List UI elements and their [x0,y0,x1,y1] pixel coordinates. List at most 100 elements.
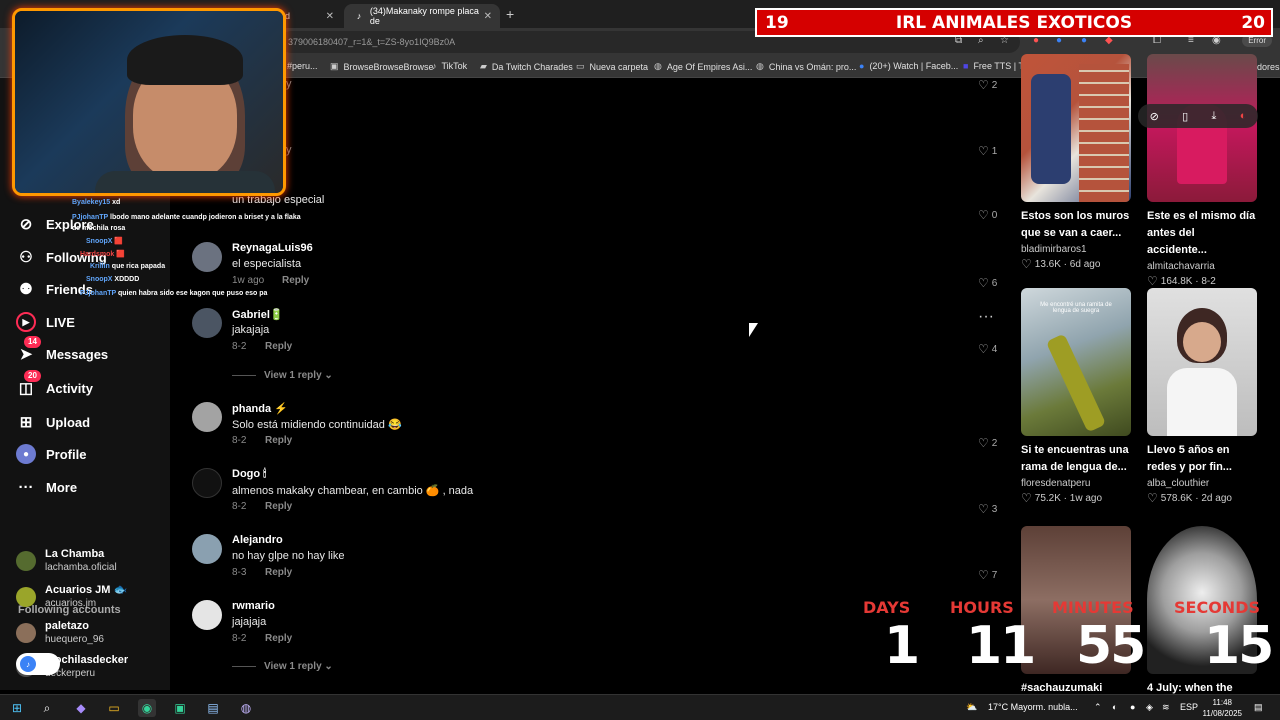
comment-username[interactable]: rwmario [232,600,275,612]
tray-overflow-icon[interactable]: ⌃ [1094,702,1102,713]
video-thumbnail[interactable] [1147,288,1257,436]
discord-icon[interactable]: ◍ [237,699,255,717]
sidebar-item-live[interactable]: ▶ LIVE [16,312,75,332]
new-tab-icon[interactable]: + [506,6,514,22]
avatar[interactable] [192,308,222,338]
wifi-icon[interactable]: ≋ [1162,702,1170,713]
like-button[interactable]: ♡ 2 [978,436,997,450]
reply-button[interactable]: Reply [265,567,292,578]
copilot-icon[interactable]: ◆ [72,699,90,717]
bookmark-item[interactable]: ◍ China vs Omán: pro... [756,61,856,72]
avatar[interactable] [192,242,222,272]
heart-icon: ♡ [978,342,989,356]
sidebar-item-messages[interactable]: ➤ 14 Messages [16,336,108,364]
tab-label: (34)Makanaky rompe placa de [369,6,479,26]
reply-button[interactable]: Reply [265,501,292,512]
banner-title: IRL ANIMALES EXOTICOS [895,13,1133,33]
like-button[interactable]: ♡ 0 [978,208,997,222]
tiktok-icon: ♪ [432,61,437,71]
system-clock[interactable]: 11:48 11/08/2025 [1203,697,1242,719]
comment-username[interactable]: Gabriel🔋 [232,308,284,321]
sidebar-item-activity[interactable]: ◫ 20 Activity [16,370,93,398]
like-button[interactable]: ♡ 7 [978,568,997,582]
like-button[interactable]: ♡ 6 [978,276,997,290]
chrome-icon[interactable]: ◉ [138,699,156,717]
tab-close-icon[interactable]: ✕ [326,11,334,22]
avatar[interactable] [192,534,222,564]
view-replies-button[interactable]: View 1 reply ⌄ [232,661,333,672]
video-title[interactable]: Si te encuentras una rama de lengua de..… [1021,442,1131,476]
comment-username[interactable]: phanda ⚡ [232,402,288,415]
video-title[interactable]: Este es el mismo día antes del accidente… [1147,208,1257,259]
link-icon[interactable]: ⊘ [1150,110,1159,123]
reply-button[interactable]: Reply [265,341,292,352]
video-card[interactable]: Este es el mismo día antes del accidente… [1147,54,1257,288]
view-replies-button[interactable]: View 1 reply ⌄ [232,370,333,381]
video-thumbnail[interactable]: Me encontré una ramita de lengua de sueg… [1021,288,1131,436]
download-icon[interactable]: ⤓ [1212,110,1217,123]
sidebar-item-upload[interactable]: ⊞ Upload [16,412,90,432]
microphone-icon[interactable]: ● [1130,702,1135,712]
tab-active[interactable]: ♪ (34)Makanaky rompe placa de ✕ [344,4,500,28]
like-button[interactable]: ♡ 4 [978,342,997,356]
comment-username[interactable]: Alejandro [232,534,283,546]
tab-close-icon[interactable]: ✕ [484,11,492,22]
live-icon: ▶ [16,312,36,332]
avatar[interactable] [192,468,222,498]
video-title[interactable]: Llevo 5 años en redes y por fin... [1147,442,1257,476]
flag-icon[interactable]: ◐ [1240,110,1247,122]
bookmark-item[interactable]: ▣ BrowseBrowseBrowse [330,61,434,72]
avatar [16,623,36,643]
search-icon[interactable]: ⌕ [38,699,56,717]
language-indicator[interactable]: ESP [1180,702,1198,712]
reply-button[interactable]: Reply [282,275,309,286]
following-account[interactable]: paletazo huequero_96 [16,620,104,646]
globe-icon: ◍ [654,61,662,71]
tray-icon[interactable]: ◐ [1112,702,1117,712]
video-thumbnail[interactable] [1147,54,1257,202]
phone-icon[interactable]: ▯ [1182,110,1188,123]
video-author[interactable]: floresdenatperu [1021,478,1131,489]
weather-text[interactable]: 17°C Mayorm. nubla... [988,702,1078,712]
video-title[interactable]: Estos son los muros que se van a caer... [1021,208,1131,242]
video-thumbnail[interactable] [1021,54,1131,202]
app-icon[interactable]: ▤ [204,699,222,717]
video-author[interactable]: alba_clouthier [1147,478,1257,489]
video-author[interactable]: almitachavarria [1147,261,1257,272]
following-account[interactable]: La Chamba lachamba.oficial [16,548,117,574]
reply-button[interactable]: Reply [265,435,292,446]
comment-date: 8-3 [232,567,247,578]
bookmark-item[interactable]: ▭ Nueva carpeta [576,61,648,72]
bookmark-item[interactable]: ♪ TikTok [432,61,467,71]
comment-username[interactable]: ReynagaLuis96 [232,242,313,254]
bookmark-item[interactable]: ▰ Da Twitch Charades [480,61,573,72]
windows-start-icon[interactable]: ⊞ [8,699,26,717]
bookmark-item[interactable]: ◍ Age Of Empires Asi... [654,61,752,72]
tiktok-get-app-pill[interactable]: ♪ [16,653,60,675]
video-author[interactable]: bladimirbaros1 [1021,244,1131,255]
avatar [16,551,36,571]
bookmark-item[interactable]: #peru... [287,61,318,71]
more-options-icon[interactable]: ··· [978,308,994,326]
sidebar-item-profile[interactable]: ● Profile [16,444,86,464]
tray-icon[interactable]: ◈ [1146,702,1153,713]
video-card[interactable]: Me encontré una ramita de lengua de sueg… [1021,288,1131,505]
avatar[interactable] [192,600,222,630]
notifications-icon[interactable]: ▤ [1254,702,1263,713]
following-account[interactable]: Acuarios JM 🐟 acuarios.jm [16,584,127,610]
like-button[interactable]: ♡ 1 [978,144,997,158]
video-card[interactable]: Estos son los muros que se van a caer...… [1021,54,1131,271]
like-button[interactable]: ♡ 3 [978,502,997,516]
avatar[interactable] [192,402,222,432]
obs-icon[interactable]: ▣ [171,699,189,717]
reply-button[interactable]: Reply [265,633,292,644]
heart-icon: ♡ [978,144,989,158]
bookmark-item[interactable]: ● (20+) Watch | Faceb... [859,61,958,71]
comment-username[interactable]: Dogo 🕯 [232,468,266,481]
video-card[interactable]: Llevo 5 años en redes y por fin... alba_… [1147,288,1257,505]
video-stats: ♡ 75.2K · 1w ago [1021,491,1103,505]
file-explorer-icon[interactable]: ▭ [105,699,123,717]
like-button[interactable]: ♡ 2 [978,78,997,92]
sidebar-item-more[interactable]: ··· More [16,477,78,497]
weather-icon[interactable]: ⛅ [966,702,977,713]
